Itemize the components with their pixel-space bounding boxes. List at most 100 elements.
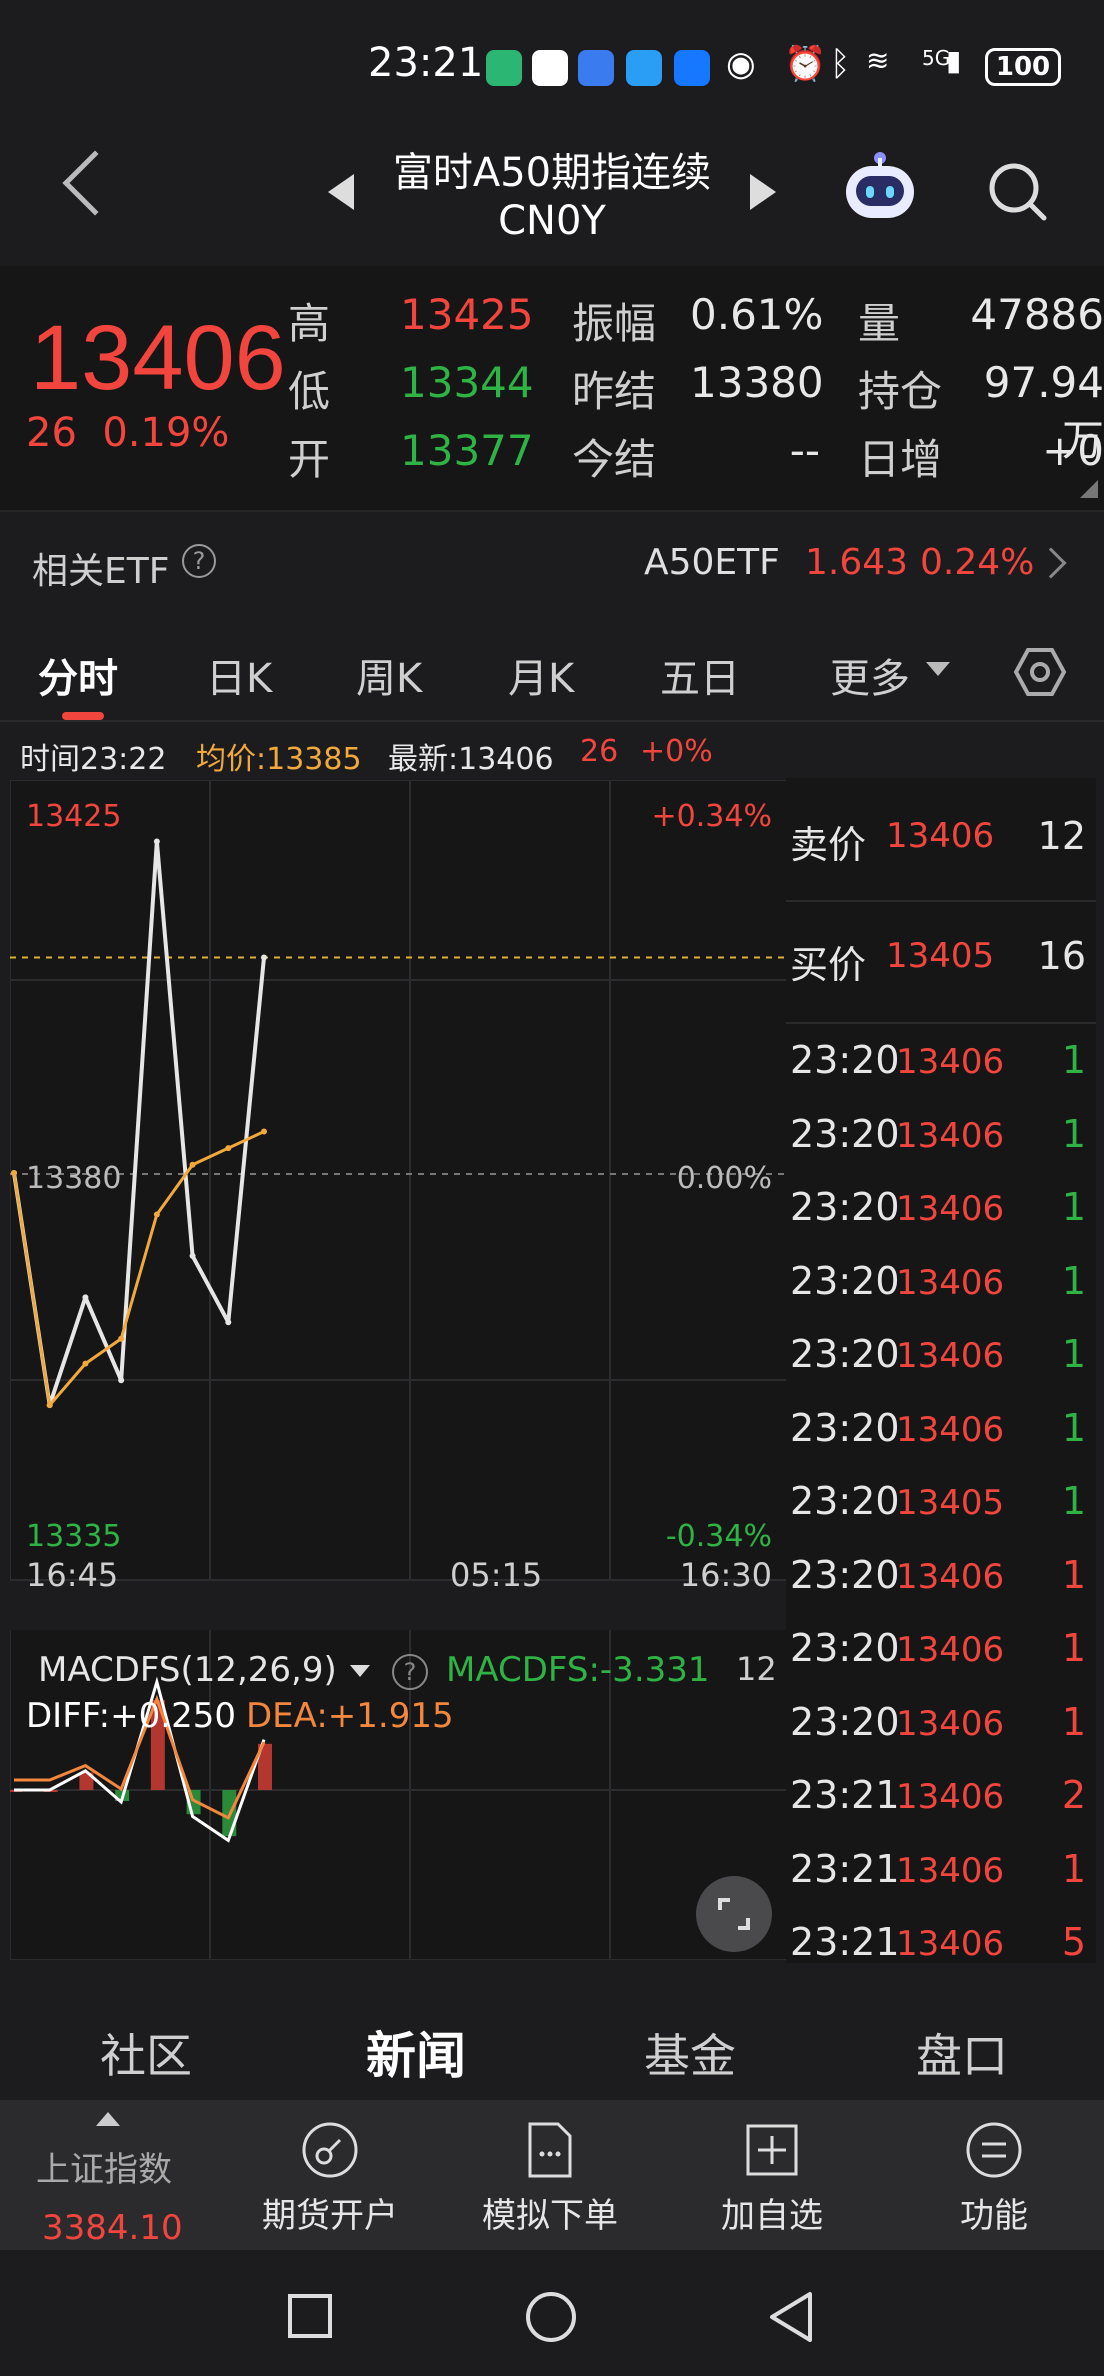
add-watchlist-icon[interactable] [742,2120,802,2180]
help-icon[interactable]: ? [392,1654,428,1690]
trade-price: 13405 [896,1483,1005,1523]
macd-diff: DIFF:+0.250 [26,1696,236,1736]
system-navigation [0,2250,1104,2376]
status-time: 23:21 [368,40,484,86]
settle-value: -- [789,426,820,475]
x-tick-end: 16:30 [680,1556,772,1594]
trade-row: 23:21 13406 2 [786,1763,1096,1823]
price-change: 26 0.19% [26,410,229,456]
trade-row: 23:20 13406 1 [786,1543,1096,1603]
trade-price: 13406 [896,1630,1005,1670]
search-icon[interactable] [986,160,1048,222]
info-change: 26 [580,734,619,769]
index-value: 3384.10 [42,2208,183,2248]
futures-account-icon[interactable] [300,2120,360,2180]
etf-price: 1.643 [805,542,909,583]
related-etf-bar[interactable]: 相关ETF ? A50ETF 1.643 0.24% [0,510,1104,610]
back-icon[interactable] [766,2290,816,2344]
fullscreen-button[interactable] [696,1876,772,1952]
trade-time: 23:20 [790,1699,900,1744]
trade-volume: 1 [1061,1111,1086,1156]
settings-icon[interactable] [1014,646,1066,698]
tab-fund[interactable]: 基金 [644,2020,736,2086]
tab-five-day[interactable]: 五日 [660,646,740,704]
trade-row: 23:20 13406 1 [786,1616,1096,1676]
functions-button[interactable]: 功能 [894,2188,1094,2237]
tab-community[interactable]: 社区 [100,2020,192,2086]
page-subtitle: CN0Y [498,198,606,244]
divider [786,1022,1096,1024]
tab-market-depth[interactable]: 盘口 [916,2020,1008,2086]
trade-volume: 1 [1061,1699,1086,1744]
trade-row: 23:20 13406 1 [786,1396,1096,1456]
y-axis-top-label: 13425 [26,799,121,834]
avg-point [225,1145,232,1152]
home-icon[interactable] [524,2290,578,2344]
ask-row: 卖价 13406 12 [786,802,1096,867]
trade-time: 23:20 [790,1038,900,1082]
tab-monthly-k[interactable]: 月K [508,646,574,704]
trade-price: 13406 [896,1777,1005,1817]
price-point [82,1294,89,1301]
macd-dea: DEA:+1.915 [246,1696,454,1736]
trade-price: 13406 [896,1703,1005,1744]
trade-row: 23:21 13406 5 [786,1910,1096,1963]
avg-point [189,1161,196,1168]
pct-mid-label: 0.00% [677,1161,772,1196]
trade-time: 23:21 [790,1773,900,1817]
futures-account-button[interactable]: 期货开户 [230,2188,430,2237]
trade-row: 23:21 13406 1 [786,1837,1096,1897]
tab-more[interactable]: 更多 [830,646,910,704]
corner-expand-icon[interactable] [1080,480,1098,498]
trade-price: 13406 [896,1336,1005,1376]
trade-time: 23:20 [790,1258,900,1303]
info-avg: 均价:13385 [196,742,362,777]
bluetooth-icon: ᛒ [830,44,851,84]
ask-label: 卖价 [790,823,867,867]
etf-name: A50ETF [644,542,780,583]
change-value: 26 [26,410,77,456]
prev-contract-icon[interactable] [328,174,354,210]
macd-value: MACDFS:-3.331 [446,1650,710,1690]
eye-icon: ◉ [726,44,756,84]
quote-panel: 13406 26 0.19% 高 13425 低 13344 开 13377 振… [0,266,1104,510]
trade-row: 23:20 13406 1 [786,1102,1096,1162]
tab-weekly-k[interactable]: 周K [356,646,422,704]
macd-indicator-name[interactable]: MACDFS(12,26,9) [38,1650,337,1690]
help-icon[interactable]: ? [182,544,216,578]
add-watchlist-button[interactable]: 加自选 [672,2188,872,2237]
trade-time: 23:20 [790,1332,900,1376]
tab-daily-k[interactable]: 日K [206,646,272,704]
info-time: 时间23:22 [20,742,167,777]
prev-settle-value: 13380 [690,358,824,407]
low-value: 13344 [400,358,534,407]
trade-list[interactable]: 23:20 13406 1 23:20 13406 1 23:20 13406 1 23:20 13… [786,1028,1096,1963]
index-name[interactable]: 上证指数 [36,2142,172,2191]
trade-volume: 1 [1061,1405,1086,1450]
trade-price: 13406 [896,1115,1005,1156]
wifi-icon: ≋ [866,44,890,77]
trade-time: 23:20 [790,1479,900,1523]
caret-down-icon [926,662,950,676]
document-icon[interactable] [520,2120,580,2180]
robot-assistant-icon[interactable] [840,150,920,226]
simulated-order-button[interactable]: 模拟下单 [450,2188,650,2237]
content-tabs: 社区 新闻 基金 盘口 [0,1990,1104,2100]
next-contract-icon[interactable] [750,174,776,210]
pct-top-label: +0.34% [652,799,772,834]
settle-label: 今结 [572,435,657,484]
recent-apps-icon[interactable] [286,2292,334,2340]
trade-time: 23:21 [790,1920,900,1963]
caret-up-icon[interactable] [96,2112,120,2126]
price-point [189,1252,196,1259]
menu-icon[interactable] [964,2120,1024,2180]
trade-time: 23:20 [790,1626,900,1670]
intraday-chart[interactable]: 13425 13380 13335 +0.34% 0.00% -0.34% 16… [10,780,788,1960]
tab-news[interactable]: 新闻 [366,2016,466,2088]
bid-price: 13405 [886,936,995,976]
back-arrow-icon[interactable] [62,150,128,216]
tab-intraday[interactable]: 分时 [38,646,118,704]
shield-app-icon [486,50,522,86]
status-bar: 23:21 ◉ ⏰ ᛒ ≋ 5G ▮ 100 [0,0,1104,130]
caret-down-icon[interactable] [350,1665,370,1677]
